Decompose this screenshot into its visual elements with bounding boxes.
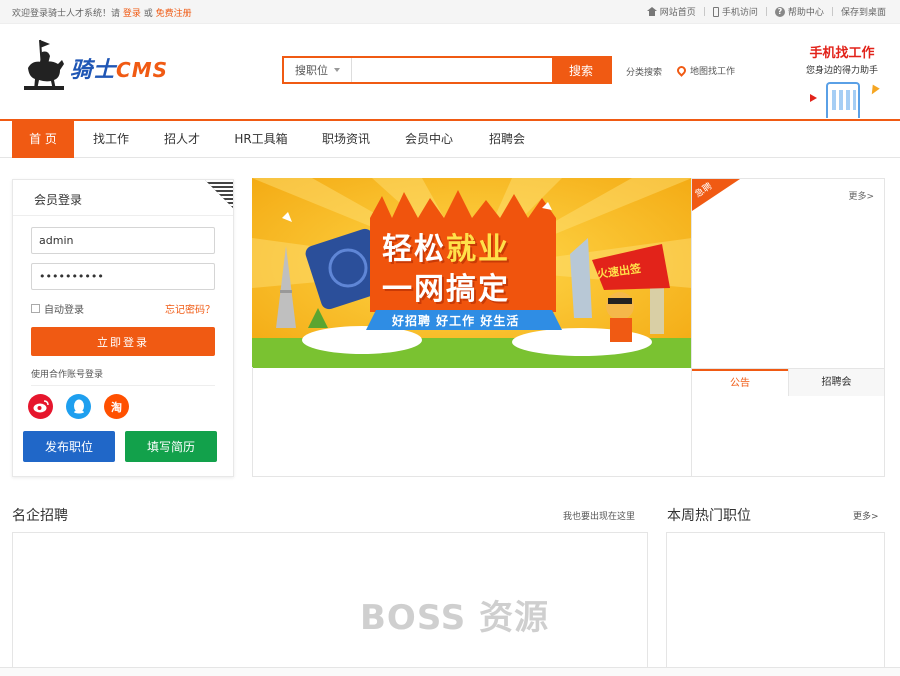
urgent-badge: 急聘 (692, 179, 740, 211)
banner-headline-1: 轻松就业 (382, 224, 510, 268)
password-field[interactable] (31, 263, 215, 290)
login-link[interactable]: 登录 (123, 9, 141, 19)
home-link-label: 网站首页 (659, 8, 696, 18)
top-bar: 欢迎登录骑士人才系统！请 登录 或 免费注册 网站首页 | 手机访问 | ? 帮助… (0, 0, 900, 24)
famous-companies-title: 名企招聘 (12, 508, 68, 524)
tab-job-fair[interactable]: 招聘会 (788, 369, 884, 396)
save-desktop-link[interactable]: 保存到桌面 (841, 5, 886, 18)
search-type-label: 搜职位 (295, 64, 328, 77)
page-bottom-edge (0, 667, 900, 676)
mobile-promo-title: 手机找工作 (809, 46, 875, 61)
home-link[interactable]: 网站首页 (646, 5, 696, 18)
map-search-label: 地图找工作 (690, 67, 736, 77)
weibo-icon (33, 400, 49, 413)
tab-notice[interactable]: 公告 (692, 369, 788, 396)
register-link[interactable]: 免费注册 (156, 9, 192, 19)
help-icon: ? (774, 6, 785, 17)
separator: | (764, 6, 768, 17)
hot-jobs-more-link[interactable]: 更多> (853, 509, 879, 522)
help-link-label: 帮助中心 (787, 8, 824, 18)
site-logo[interactable]: 骑士CMS (22, 38, 172, 94)
separator: | (702, 6, 706, 17)
category-search-link[interactable]: 分类搜索 (626, 65, 662, 78)
banner-slogan: 好招聘 好工作 好生活 (392, 314, 520, 328)
appear-here-link[interactable]: 我也要出现在这里 (563, 509, 635, 522)
main-nav: 首 页 找工作 招人才 HR工具箱 职场资讯 会员中心 招聘会 (0, 119, 900, 158)
checkbox-icon (31, 304, 40, 313)
banner-headline-1b: 就业 (446, 232, 510, 267)
map-search-link[interactable]: 地图找工作 (675, 64, 736, 77)
help-link[interactable]: ? 帮助中心 (774, 5, 824, 18)
banner-headline-1a: 轻松 (382, 232, 446, 267)
banner-lower-area (252, 367, 692, 477)
taobao-label: 淘 (111, 400, 122, 414)
chevron-down-icon (334, 68, 340, 72)
member-login-panel: 会员登录 自动登录 忘记密码？ 立即登录 使用合作账号登录 淘 发布职位 填写简… (12, 179, 234, 477)
save-desktop-label: 保存到桌面 (840, 8, 886, 18)
famous-companies-box (12, 532, 648, 672)
phone-illustration-icon (826, 82, 860, 118)
mobile-link[interactable]: 手机访问 (712, 5, 758, 18)
nav-member-center[interactable]: 会员中心 (396, 121, 462, 158)
logo-cms: CMS (116, 58, 168, 82)
mobile-promo[interactable]: 手机找工作 您身边的得力助手 (800, 42, 884, 118)
mobile-link-label: 手机访问 (721, 8, 758, 18)
qq-login-icon[interactable] (66, 394, 91, 419)
home-icon (646, 7, 657, 16)
nav-career-news[interactable]: 职场资讯 (313, 121, 379, 158)
separator: | (830, 6, 834, 17)
weibo-login-icon[interactable] (28, 394, 53, 419)
fill-resume-button[interactable]: 填写简历 (125, 431, 217, 462)
auto-login-label: 自动登录 (44, 305, 84, 316)
mobile-promo-subtitle: 您身边的得力助手 (805, 66, 878, 76)
welcome-text: 欢迎登录骑士人才系统！请 登录 或 免费注册 (12, 6, 192, 19)
nav-home[interactable]: 首 页 (12, 121, 74, 158)
welcome-label: 欢迎登录骑士人才系统！请 (12, 9, 121, 19)
hot-jobs-title: 本周热门职位 (667, 508, 751, 524)
search-button[interactable]: 搜索 (552, 58, 610, 82)
login-header: 会员登录 (13, 180, 233, 216)
auto-login-checkbox[interactable]: 自动登录 (31, 301, 84, 316)
urgent-jobs-box: 急聘 更多> 公告 招聘会 (691, 178, 885, 477)
logo-text: 骑士CMS (70, 52, 168, 84)
nav-recruit[interactable]: 招人才 (151, 121, 213, 158)
taobao-login-icon[interactable]: 淘 (104, 394, 129, 419)
publish-job-button[interactable]: 发布职位 (23, 431, 115, 462)
banner-headline-2: 一网搞定 (382, 272, 510, 307)
top-links: 网站首页 | 手机访问 | ? 帮助中心 | 保存到桌面 (646, 5, 886, 18)
watermark-text: BOSS 资源 (360, 598, 550, 638)
hot-jobs-box (666, 532, 885, 672)
promo-banner[interactable]: 轻松就业 一网搞定 好招聘 好工作 好生活 火速出签 (252, 178, 692, 368)
forgot-password-link[interactable]: 忘记密码？ (165, 301, 215, 316)
knight-logo-icon (24, 39, 64, 90)
phone-icon (712, 6, 719, 17)
decor-triangle-icon (868, 84, 880, 97)
qr-code-icon[interactable] (205, 180, 233, 208)
search-bar: 搜职位 搜索 (282, 56, 612, 84)
urgent-more-link[interactable]: 更多> (848, 189, 874, 202)
login-button[interactable]: 立即登录 (31, 327, 215, 356)
nav-find-job[interactable]: 找工作 (80, 121, 142, 158)
or-label: 或 (143, 9, 153, 19)
username-field[interactable] (31, 227, 215, 254)
login-title: 会员登录 (34, 193, 83, 207)
nav-job-fair[interactable]: 招聘会 (478, 121, 536, 158)
search-input[interactable] (352, 58, 552, 82)
partner-login-label: 使用合作账号登录 (31, 370, 104, 380)
qq-penguin-icon (73, 399, 84, 414)
notice-tabs: 公告 招聘会 (692, 368, 884, 396)
divider (31, 385, 215, 386)
decor-triangle-icon (810, 94, 817, 102)
nav-hr-tools[interactable]: HR工具箱 (226, 121, 296, 158)
map-pin-icon (675, 64, 688, 77)
search-type-select[interactable]: 搜职位 (284, 58, 352, 82)
logo-main: 骑士 (70, 58, 117, 83)
